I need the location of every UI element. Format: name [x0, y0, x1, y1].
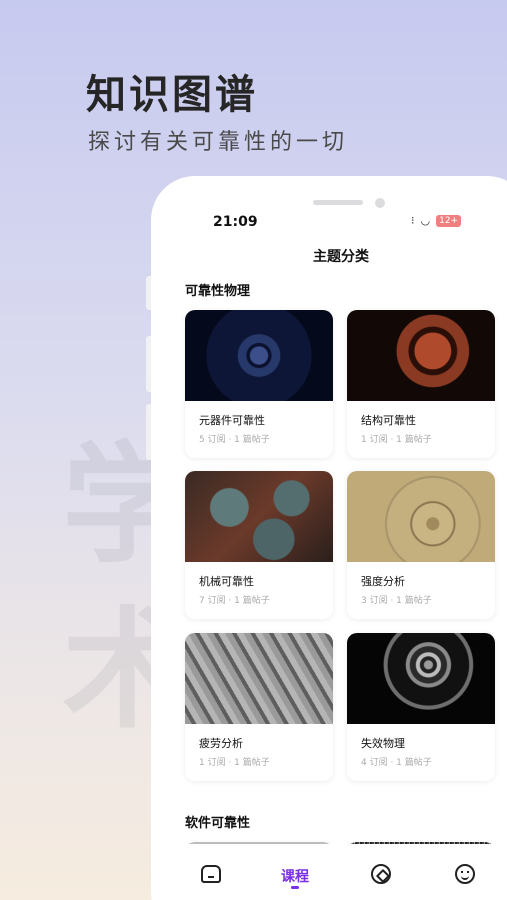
topic-card[interactable]: 机械可靠性 7 订阅 · 1 篇帖子 [185, 471, 333, 619]
card-meta: 4 订阅 · 1 篇帖子 [361, 758, 432, 768]
card-meta: 7 订阅 · 1 篇帖子 [199, 596, 270, 606]
topic-card[interactable]: 疲劳分析 1 订阅 · 1 篇帖子 [185, 633, 333, 781]
page-title: 主题分类 [313, 249, 369, 265]
battery-icon: 12+ [436, 214, 462, 227]
section-title: 可靠性物理 [185, 284, 251, 299]
topic-card[interactable]: 强度分析 3 订阅 · 1 篇帖子 [347, 471, 495, 619]
status-icons: ⁝ ◡ 12+ [411, 214, 462, 227]
card-image [347, 633, 495, 724]
card-meta: 3 订阅 · 1 篇帖子 [361, 596, 432, 606]
topic-card[interactable]: 失效物理 4 订阅 · 1 篇帖子 [347, 633, 495, 781]
card-image [185, 310, 333, 401]
card-name: 疲劳分析 [199, 737, 243, 750]
card-name: 结构可靠性 [361, 414, 416, 427]
status-time: 21:09 [213, 214, 258, 230]
hero-title: 知识图谱 [86, 72, 258, 118]
phone-camera [375, 198, 385, 208]
phone-mockup: 21:09 ⁝ ◡ 12+ 主题分类 可靠性物理 元器件可靠性 5 订阅 · 1… [151, 176, 507, 900]
card-meta: 5 订阅 · 1 篇帖子 [199, 435, 270, 445]
tab-course[interactable]: 课程 [281, 866, 309, 886]
card-image [185, 633, 333, 724]
topic-card[interactable]: 结构可靠性 1 订阅 · 1 篇帖子 [347, 310, 495, 458]
tab-bar: 课程 [151, 844, 507, 900]
hero-subtitle: 探讨有关可靠性的一切 [88, 130, 349, 155]
topic-card[interactable]: 元器件可靠性 5 订阅 · 1 篇帖子 [185, 310, 333, 458]
card-name: 失效物理 [361, 737, 405, 750]
card-image [185, 471, 333, 562]
card-name: 机械可靠性 [199, 575, 254, 588]
wifi-icon: ◡ [420, 214, 431, 227]
card-meta: 1 订阅 · 1 篇帖子 [199, 758, 270, 768]
card-name: 元器件可靠性 [199, 414, 265, 427]
compass-icon[interactable] [371, 864, 391, 884]
card-name: 强度分析 [361, 575, 405, 588]
signal-icon: ⁝ [411, 214, 415, 227]
home-icon[interactable] [201, 865, 221, 883]
active-tab-indicator [291, 886, 299, 889]
phone-speaker [313, 200, 363, 205]
card-meta: 1 订阅 · 1 篇帖子 [361, 435, 432, 445]
smile-icon[interactable] [455, 864, 475, 884]
card-image [347, 310, 495, 401]
card-image [347, 471, 495, 562]
section-title: 软件可靠性 [185, 816, 251, 831]
